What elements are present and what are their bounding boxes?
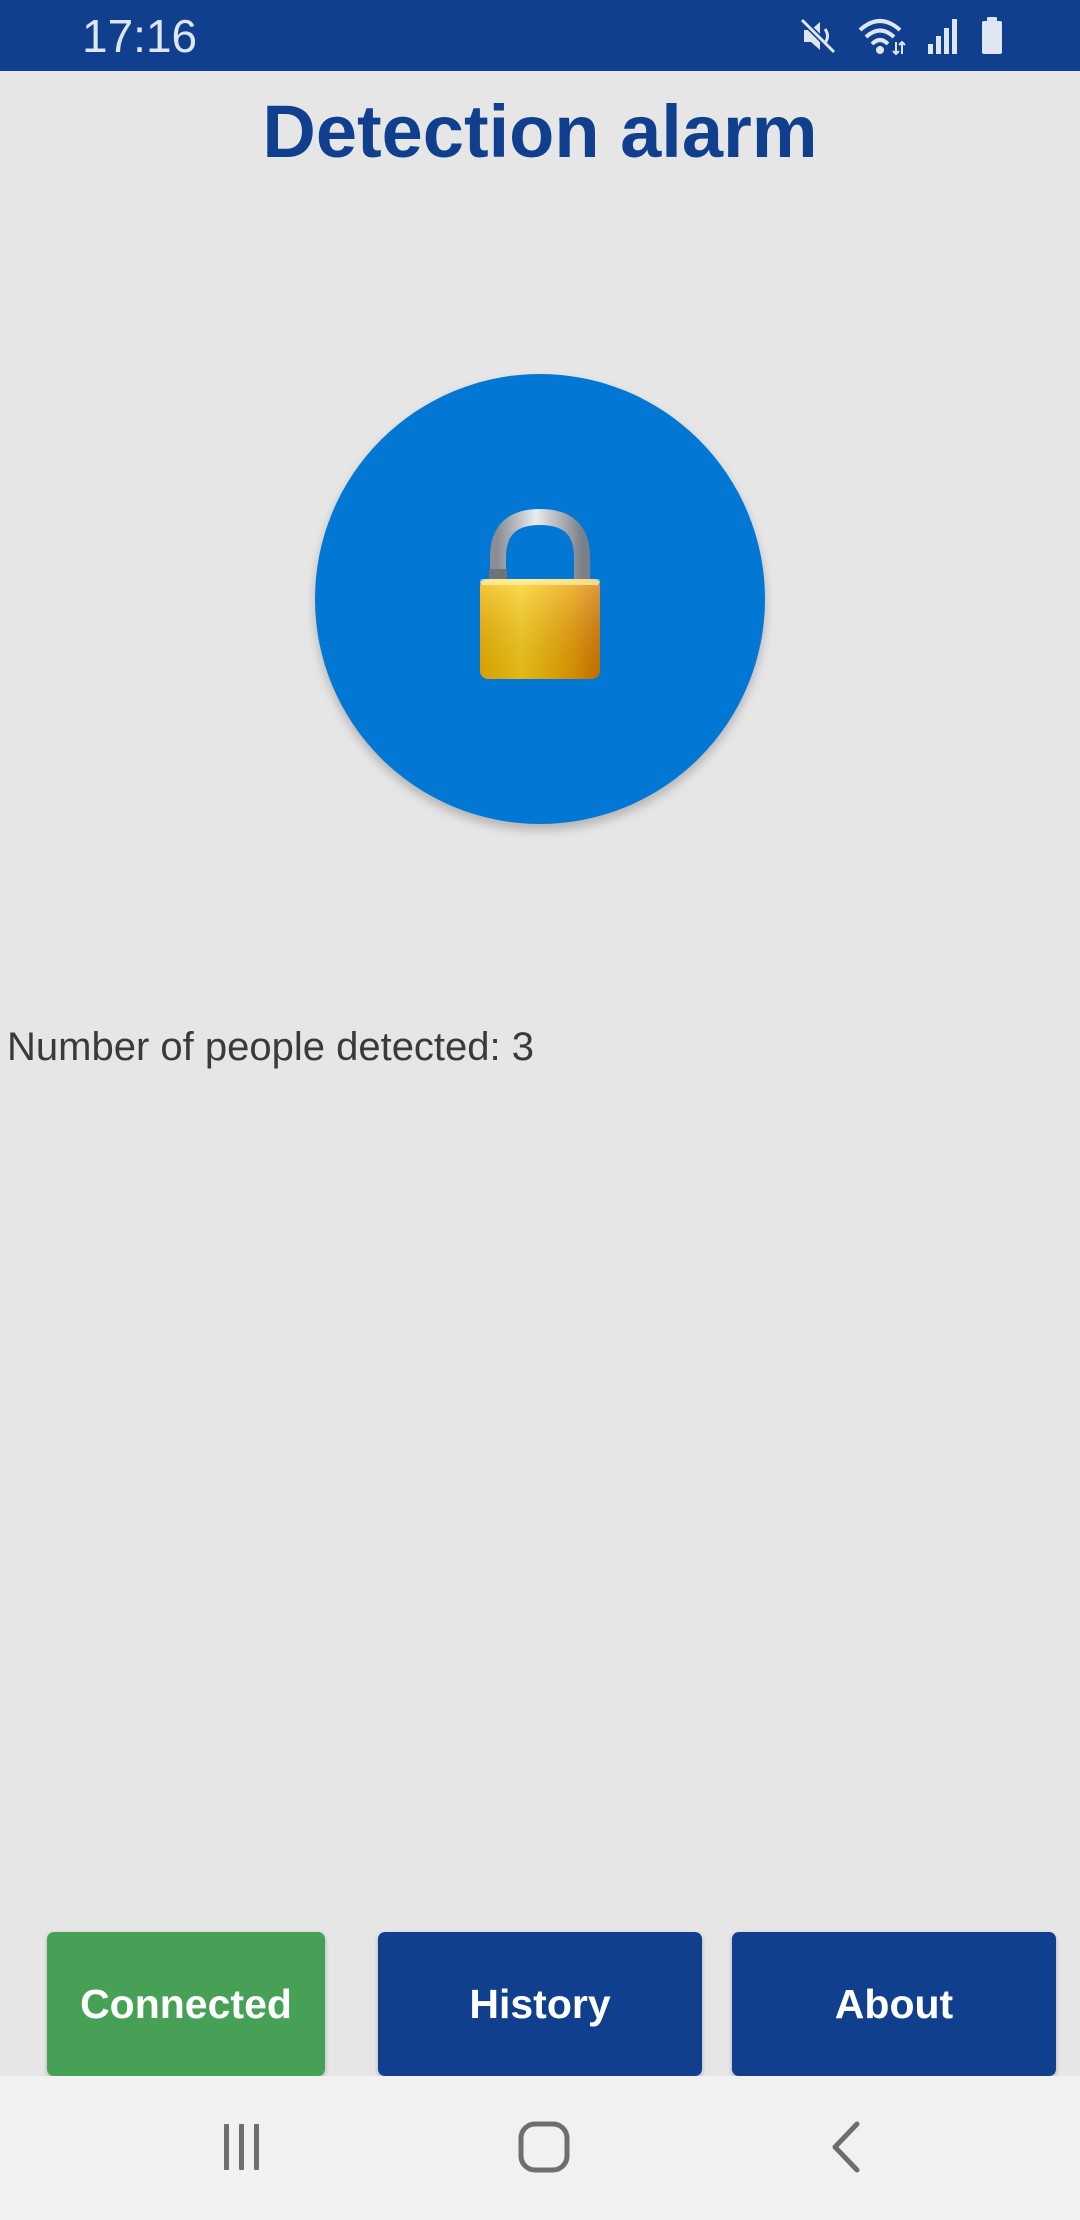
- navigation-bar: [0, 2076, 1080, 2220]
- mute-icon: [798, 16, 838, 56]
- back-button[interactable]: [812, 2114, 882, 2184]
- home-button[interactable]: [509, 2114, 579, 2184]
- people-detected-label: Number of people detected:: [7, 1025, 501, 1069]
- people-detected-count: 3: [511, 1025, 535, 1069]
- home-icon: [517, 2120, 571, 2179]
- signal-icon: [926, 16, 960, 56]
- status-time: 17:16: [82, 10, 198, 62]
- history-button[interactable]: History: [378, 1932, 702, 2076]
- status-icons: [798, 16, 1004, 56]
- recents-button[interactable]: [207, 2114, 277, 2184]
- connected-button[interactable]: Connected: [47, 1932, 325, 2076]
- app-screen: 17:16 Detection alarm Number of people d…: [0, 0, 1080, 2220]
- lock-toggle-button[interactable]: [315, 374, 765, 824]
- wifi-icon: [858, 16, 906, 56]
- recents-icon: [217, 2122, 267, 2177]
- back-icon: [827, 2120, 867, 2179]
- people-detected-text: Number of people detected: 3: [7, 1022, 534, 1072]
- page-title: Detection alarm: [262, 90, 818, 173]
- about-button[interactable]: About: [732, 1932, 1056, 2076]
- battery-icon: [980, 16, 1004, 56]
- status-bar: 17:16: [0, 0, 1080, 71]
- unlocked-padlock-icon: [470, 507, 610, 692]
